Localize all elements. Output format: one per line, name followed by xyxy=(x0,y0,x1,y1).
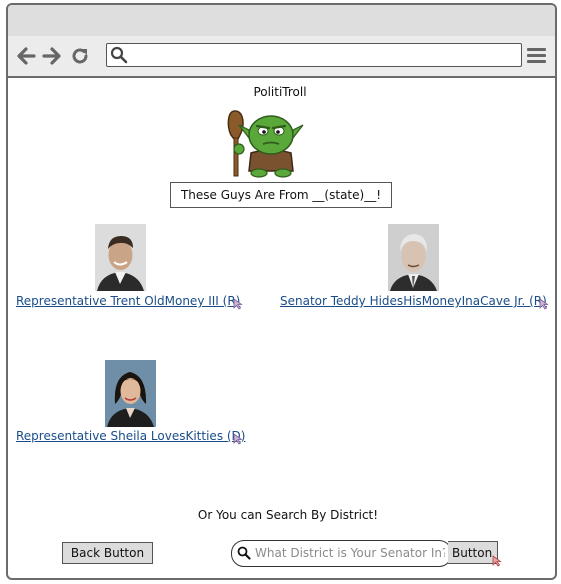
back-arrow-icon[interactable] xyxy=(14,44,38,68)
forward-arrow-icon[interactable] xyxy=(40,44,64,68)
official-link-trent[interactable]: Representative Trent OldMoney III (R) xyxy=(16,294,240,308)
link-cursor-icon xyxy=(539,298,549,310)
address-bar[interactable] xyxy=(106,43,522,67)
state-banner: These Guys Are From __(state)__! xyxy=(170,182,392,208)
district-search-button[interactable]: Button xyxy=(448,541,498,564)
window-titlebar xyxy=(8,5,555,37)
troll-mascot-icon xyxy=(227,110,304,178)
reload-icon[interactable] xyxy=(68,44,92,68)
page-title: PolitiTroll xyxy=(253,85,307,99)
page-content: PolitiTroll These Guys Are From __(state… xyxy=(8,78,555,578)
hamburger-menu-icon[interactable] xyxy=(527,46,547,66)
button-cursor-icon xyxy=(492,555,502,567)
official-link-sheila[interactable]: Representative Sheila LovesKitties (D) xyxy=(16,429,245,443)
district-search-prompt: Or You can Search By District! xyxy=(197,508,379,522)
search-icon xyxy=(237,546,251,560)
link-cursor-icon xyxy=(233,433,243,445)
official-photo-sheila xyxy=(105,360,156,427)
browser-toolbar xyxy=(8,36,555,78)
address-input[interactable] xyxy=(133,45,517,65)
official-link-teddy[interactable]: Senator Teddy HidesHisMoneyInaCave Jr. (… xyxy=(280,294,547,308)
district-search-input[interactable] xyxy=(253,543,447,563)
browser-window: PolitiTroll These Guys Are From __(state… xyxy=(6,3,557,580)
back-button[interactable]: Back Button xyxy=(62,542,153,564)
district-search-box[interactable] xyxy=(231,540,452,567)
official-photo-trent xyxy=(95,224,146,291)
search-icon xyxy=(110,46,128,64)
official-photo-teddy xyxy=(388,224,439,291)
link-cursor-icon xyxy=(233,298,243,310)
